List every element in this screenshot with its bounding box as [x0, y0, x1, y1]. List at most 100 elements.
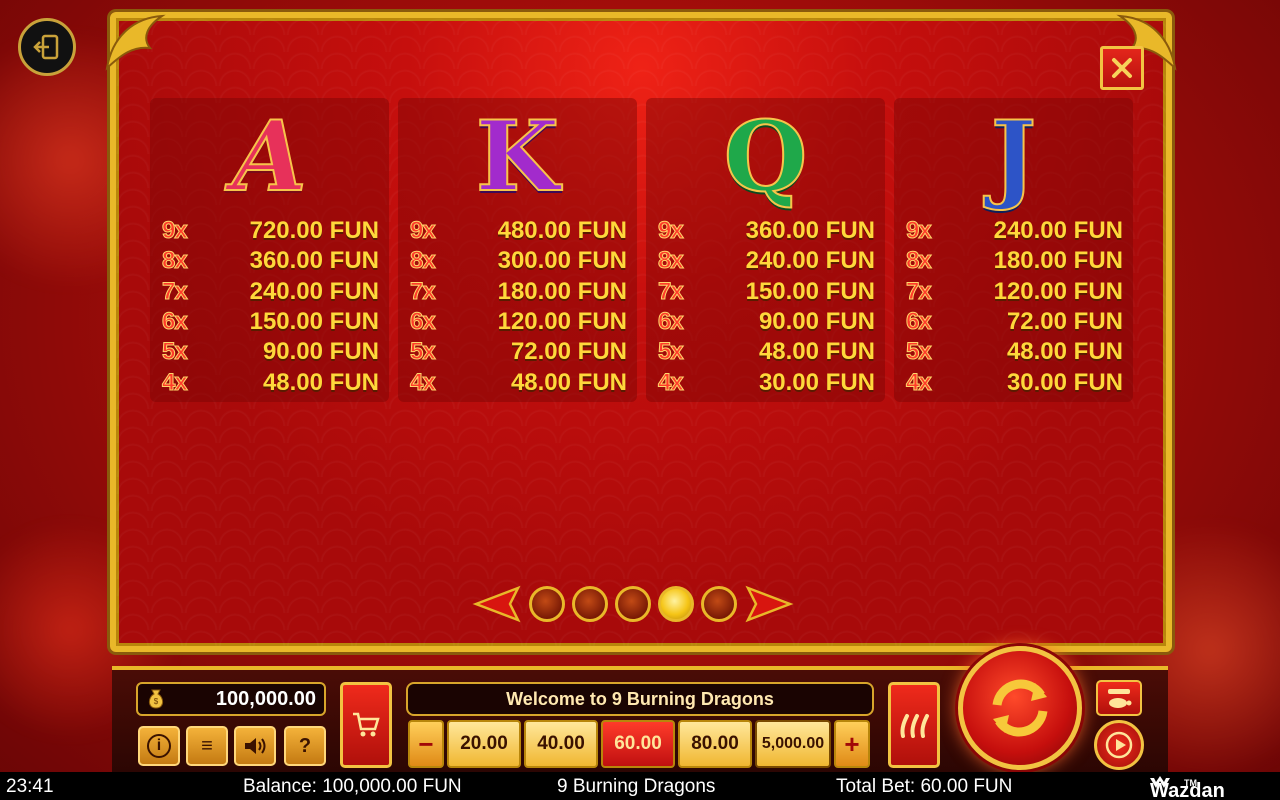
- buy-feature-button[interactable]: [340, 682, 392, 768]
- page-dot-5[interactable]: [701, 586, 737, 622]
- help-button[interactable]: ?: [284, 726, 326, 766]
- pay-row: 6x 90.00 FUN: [646, 307, 885, 337]
- pay-value: 120.00 FUN: [993, 277, 1123, 305]
- status-bar: 23:41 Balance: 100,000.00 FUN 9 Burning …: [0, 772, 1280, 800]
- paytable-cards: A 9x 720.00 FUN 8x 360.00 FUN 7x 240.00 FUN…: [150, 98, 1133, 402]
- volatility-button[interactable]: [888, 682, 940, 768]
- pay-value: 240.00 FUN: [249, 277, 379, 305]
- symbol-q-icon: Q: [646, 98, 885, 216]
- pay-value: 72.00 FUN: [510, 338, 627, 366]
- sound-button[interactable]: [234, 726, 276, 766]
- pay-row: 9x 240.00 FUN: [894, 216, 1133, 246]
- page-dot-1[interactable]: [529, 586, 565, 622]
- pay-value: 48.00 FUN: [1006, 338, 1123, 366]
- pay-row: 8x 180.00 FUN: [894, 246, 1133, 276]
- symbol-k-icon: K: [398, 98, 637, 216]
- symbol-label: Q: [723, 100, 809, 213]
- pay-row: 6x 72.00 FUN: [894, 307, 1133, 337]
- pay-value: 480.00 FUN: [497, 217, 627, 245]
- page-dot-4-active[interactable]: [658, 586, 694, 622]
- pay-row: 8x 300.00 FUN: [398, 246, 637, 276]
- bet-decrease-button[interactable]: −: [408, 720, 444, 768]
- balance-display: $ 100,000.00: [136, 682, 326, 716]
- bet-increase-button[interactable]: +: [834, 720, 870, 768]
- pay-value: 720.00 FUN: [249, 217, 379, 245]
- pay-row: 9x 480.00 FUN: [398, 216, 637, 246]
- pay-value: 360.00 FUN: [249, 247, 379, 275]
- paytable-card-k: K 9x 480.00 FUN 8x 300.00 FUN 7x 180.00 FUN…: [398, 98, 637, 402]
- pay-count: 7x: [658, 277, 685, 305]
- close-paytable-button[interactable]: [1100, 46, 1144, 90]
- bet-option-button[interactable]: 40.00: [524, 720, 598, 768]
- bet-option-button[interactable]: 80.00: [678, 720, 752, 768]
- help-icon: ?: [298, 734, 312, 757]
- pay-count: 4x: [162, 368, 189, 396]
- info-button[interactable]: i: [138, 726, 180, 766]
- autoplay-button[interactable]: [1094, 720, 1144, 770]
- pay-value: 150.00 FUN: [249, 308, 379, 336]
- exit-button[interactable]: [18, 18, 76, 76]
- pay-count: 9x: [410, 217, 437, 245]
- pay-row: 5x 90.00 FUN: [150, 337, 389, 367]
- turbo-mode-button[interactable]: [1096, 680, 1142, 716]
- bet-selector: − 20.00 40.00 60.00 80.00 5,000.00 +: [408, 720, 870, 768]
- pay-row: 9x 360.00 FUN: [646, 216, 885, 246]
- pay-count: 9x: [162, 217, 189, 245]
- page-navigation: [472, 584, 794, 624]
- dragon-ornament-icon: [105, 14, 166, 71]
- pay-count: 4x: [658, 368, 685, 396]
- wazdan-logo: Wazdan TM: [1150, 776, 1225, 800]
- max-bet-button[interactable]: 5,000.00: [755, 720, 831, 768]
- bet-option-button[interactable]: 20.00: [447, 720, 521, 768]
- pay-value: 48.00 FUN: [510, 368, 627, 396]
- pay-row: 7x 120.00 FUN: [894, 277, 1133, 307]
- pay-count: 6x: [906, 308, 933, 336]
- symbol-a-icon: A: [150, 98, 389, 216]
- page-dot-2[interactable]: [572, 586, 608, 622]
- pay-value: 180.00 FUN: [497, 277, 627, 305]
- pay-count: 6x: [162, 308, 189, 336]
- pay-row: 7x 180.00 FUN: [398, 277, 637, 307]
- pay-row: 9x 720.00 FUN: [150, 216, 389, 246]
- total-bet-status: Total Bet: 60.00 FUN: [836, 776, 1013, 797]
- chili-peppers-icon: [900, 714, 929, 738]
- pay-row: 4x 48.00 FUN: [398, 367, 637, 397]
- message-bar: Welcome to 9 Burning Dragons: [406, 682, 874, 716]
- pay-count: 6x: [410, 308, 437, 336]
- pay-value: 240.00 FUN: [745, 247, 875, 275]
- pay-count: 8x: [658, 247, 685, 275]
- pay-count: 9x: [658, 217, 685, 245]
- next-page-arrow-icon[interactable]: [744, 584, 794, 624]
- pay-row: 7x 240.00 FUN: [150, 277, 389, 307]
- pay-count: 4x: [906, 368, 933, 396]
- bet-option-selected-button[interactable]: 60.00: [601, 720, 675, 768]
- prev-page-arrow-icon[interactable]: [472, 584, 522, 624]
- pay-count: 7x: [906, 277, 933, 305]
- pay-value: 48.00 FUN: [262, 368, 379, 396]
- pay-count: 5x: [410, 338, 437, 366]
- spin-button[interactable]: [958, 646, 1082, 770]
- pay-count: 8x: [410, 247, 437, 275]
- pay-row: 8x 360.00 FUN: [150, 246, 389, 276]
- game-title: 9 Burning Dragons: [557, 776, 716, 797]
- brand-name: Wazdan: [1150, 780, 1225, 800]
- money-bag-icon: $: [148, 689, 164, 709]
- pay-count: 5x: [658, 338, 685, 366]
- pay-value: 30.00 FUN: [758, 368, 875, 396]
- pay-count: 4x: [410, 368, 437, 396]
- pay-count: 9x: [906, 217, 933, 245]
- svg-text:$: $: [154, 697, 159, 706]
- menu-button[interactable]: ≡: [186, 726, 228, 766]
- spin-arrows-icon: [992, 679, 1048, 737]
- balance-status: Balance: 100,000.00 FUN: [243, 776, 462, 797]
- pay-value: 240.00 FUN: [993, 217, 1123, 245]
- pay-value: 150.00 FUN: [745, 277, 875, 305]
- page-dot-3[interactable]: [615, 586, 651, 622]
- balance-value: 100,000.00: [215, 687, 316, 710]
- symbol-label: K: [475, 100, 560, 213]
- menu-icon: ≡: [201, 734, 213, 757]
- cart-icon: [353, 712, 380, 737]
- pay-value: 30.00 FUN: [1006, 368, 1123, 396]
- pay-count: 8x: [906, 247, 933, 275]
- symbol-j-icon: J: [894, 98, 1133, 216]
